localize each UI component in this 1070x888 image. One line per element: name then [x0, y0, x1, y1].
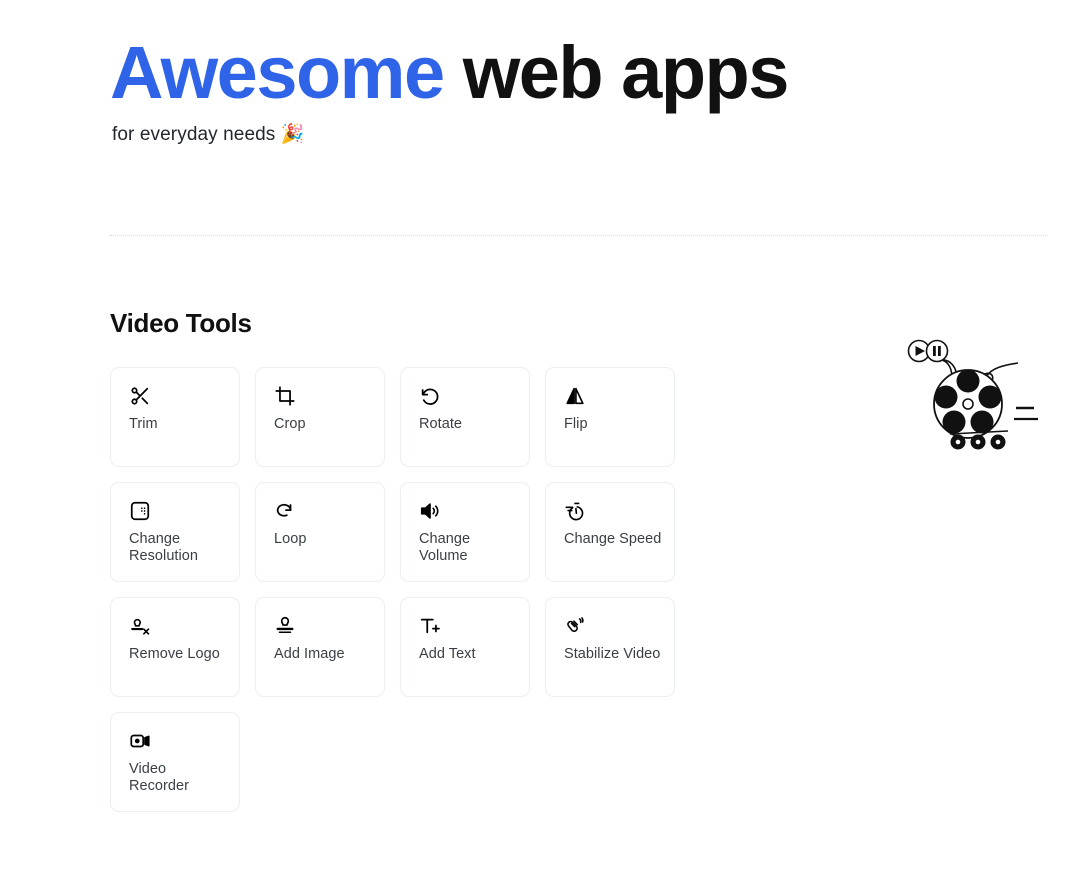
tool-card-label: Change Volume	[419, 531, 471, 564]
tool-card-label: Loop	[274, 531, 307, 547]
stabilize-hand-icon	[564, 615, 586, 637]
tool-card-rotate[interactable]: Rotate	[400, 367, 530, 467]
tool-card-label: Add Image	[274, 646, 345, 662]
page-title-accent: Awesome	[110, 31, 445, 114]
tool-card-change-volume[interactable]: Change Volume	[400, 482, 530, 582]
tool-card-flip[interactable]: Flip	[545, 367, 675, 467]
tool-card-label: Change Resolution	[129, 531, 199, 564]
tool-card-label: Video Recorder	[129, 761, 190, 794]
tool-card-add-text[interactable]: Add Text	[400, 597, 530, 697]
tool-card-label: Trim	[129, 416, 158, 432]
tool-card-label: Change Speed	[564, 531, 662, 547]
tool-card-remove-logo[interactable]: Remove Logo	[110, 597, 240, 697]
crop-icon	[274, 385, 296, 407]
tool-card-label: Rotate	[419, 416, 463, 432]
tool-card-label: Flip	[564, 416, 588, 432]
tool-card-add-image[interactable]: Add Image	[255, 597, 385, 697]
loop-icon	[274, 500, 296, 522]
stamp-icon	[274, 615, 296, 637]
tool-card-video-recorder[interactable]: Video Recorder	[110, 712, 240, 812]
speed-stopwatch-icon	[564, 500, 586, 522]
tool-card-stabilize-video[interactable]: Stabilize Video	[545, 597, 675, 697]
page-subtitle: for everyday needs 🎉	[112, 122, 788, 146]
resolution-icon	[129, 500, 151, 522]
tool-card-label: Crop	[274, 416, 306, 432]
party-popper-icon: 🎉	[280, 124, 305, 146]
scissors-icon	[129, 385, 151, 407]
section-title: Video Tools	[110, 308, 252, 338]
tool-card-change-speed[interactable]: Change Speed	[545, 482, 675, 582]
add-text-icon	[419, 615, 441, 637]
volume-icon	[419, 500, 441, 522]
tool-card-trim[interactable]: Trim	[110, 367, 240, 467]
page-subtitle-text: for everyday needs	[112, 124, 276, 146]
section-divider	[110, 235, 1048, 236]
stamp-remove-icon	[129, 615, 151, 637]
camcorder-icon	[129, 730, 151, 752]
tool-card-crop[interactable]: Crop	[255, 367, 385, 467]
tool-card-change-resolution[interactable]: Change Resolution	[110, 482, 240, 582]
video-tools-section: Video Tools Trim Crop Rotate Flip Change…	[110, 308, 710, 812]
tool-card-label: Stabilize Video	[564, 646, 661, 662]
tool-card-label: Add Text	[419, 646, 476, 662]
film-reel-illustration	[898, 332, 1053, 472]
page-header: Awesome web apps for everyday needs 🎉	[110, 36, 789, 146]
tool-card-loop[interactable]: Loop	[255, 482, 385, 582]
tool-card-label: Remove Logo	[129, 646, 220, 662]
flip-icon	[564, 385, 586, 407]
page-root: Awesome web apps for everyday needs 🎉 Vi…	[0, 0, 1070, 888]
page-title: Awesome web apps	[110, 36, 789, 110]
page-title-rest: web apps	[443, 31, 790, 114]
video-tools-grid: Trim Crop Rotate Flip Change Resolution …	[110, 367, 710, 812]
rotate-ccw-icon	[419, 385, 441, 407]
